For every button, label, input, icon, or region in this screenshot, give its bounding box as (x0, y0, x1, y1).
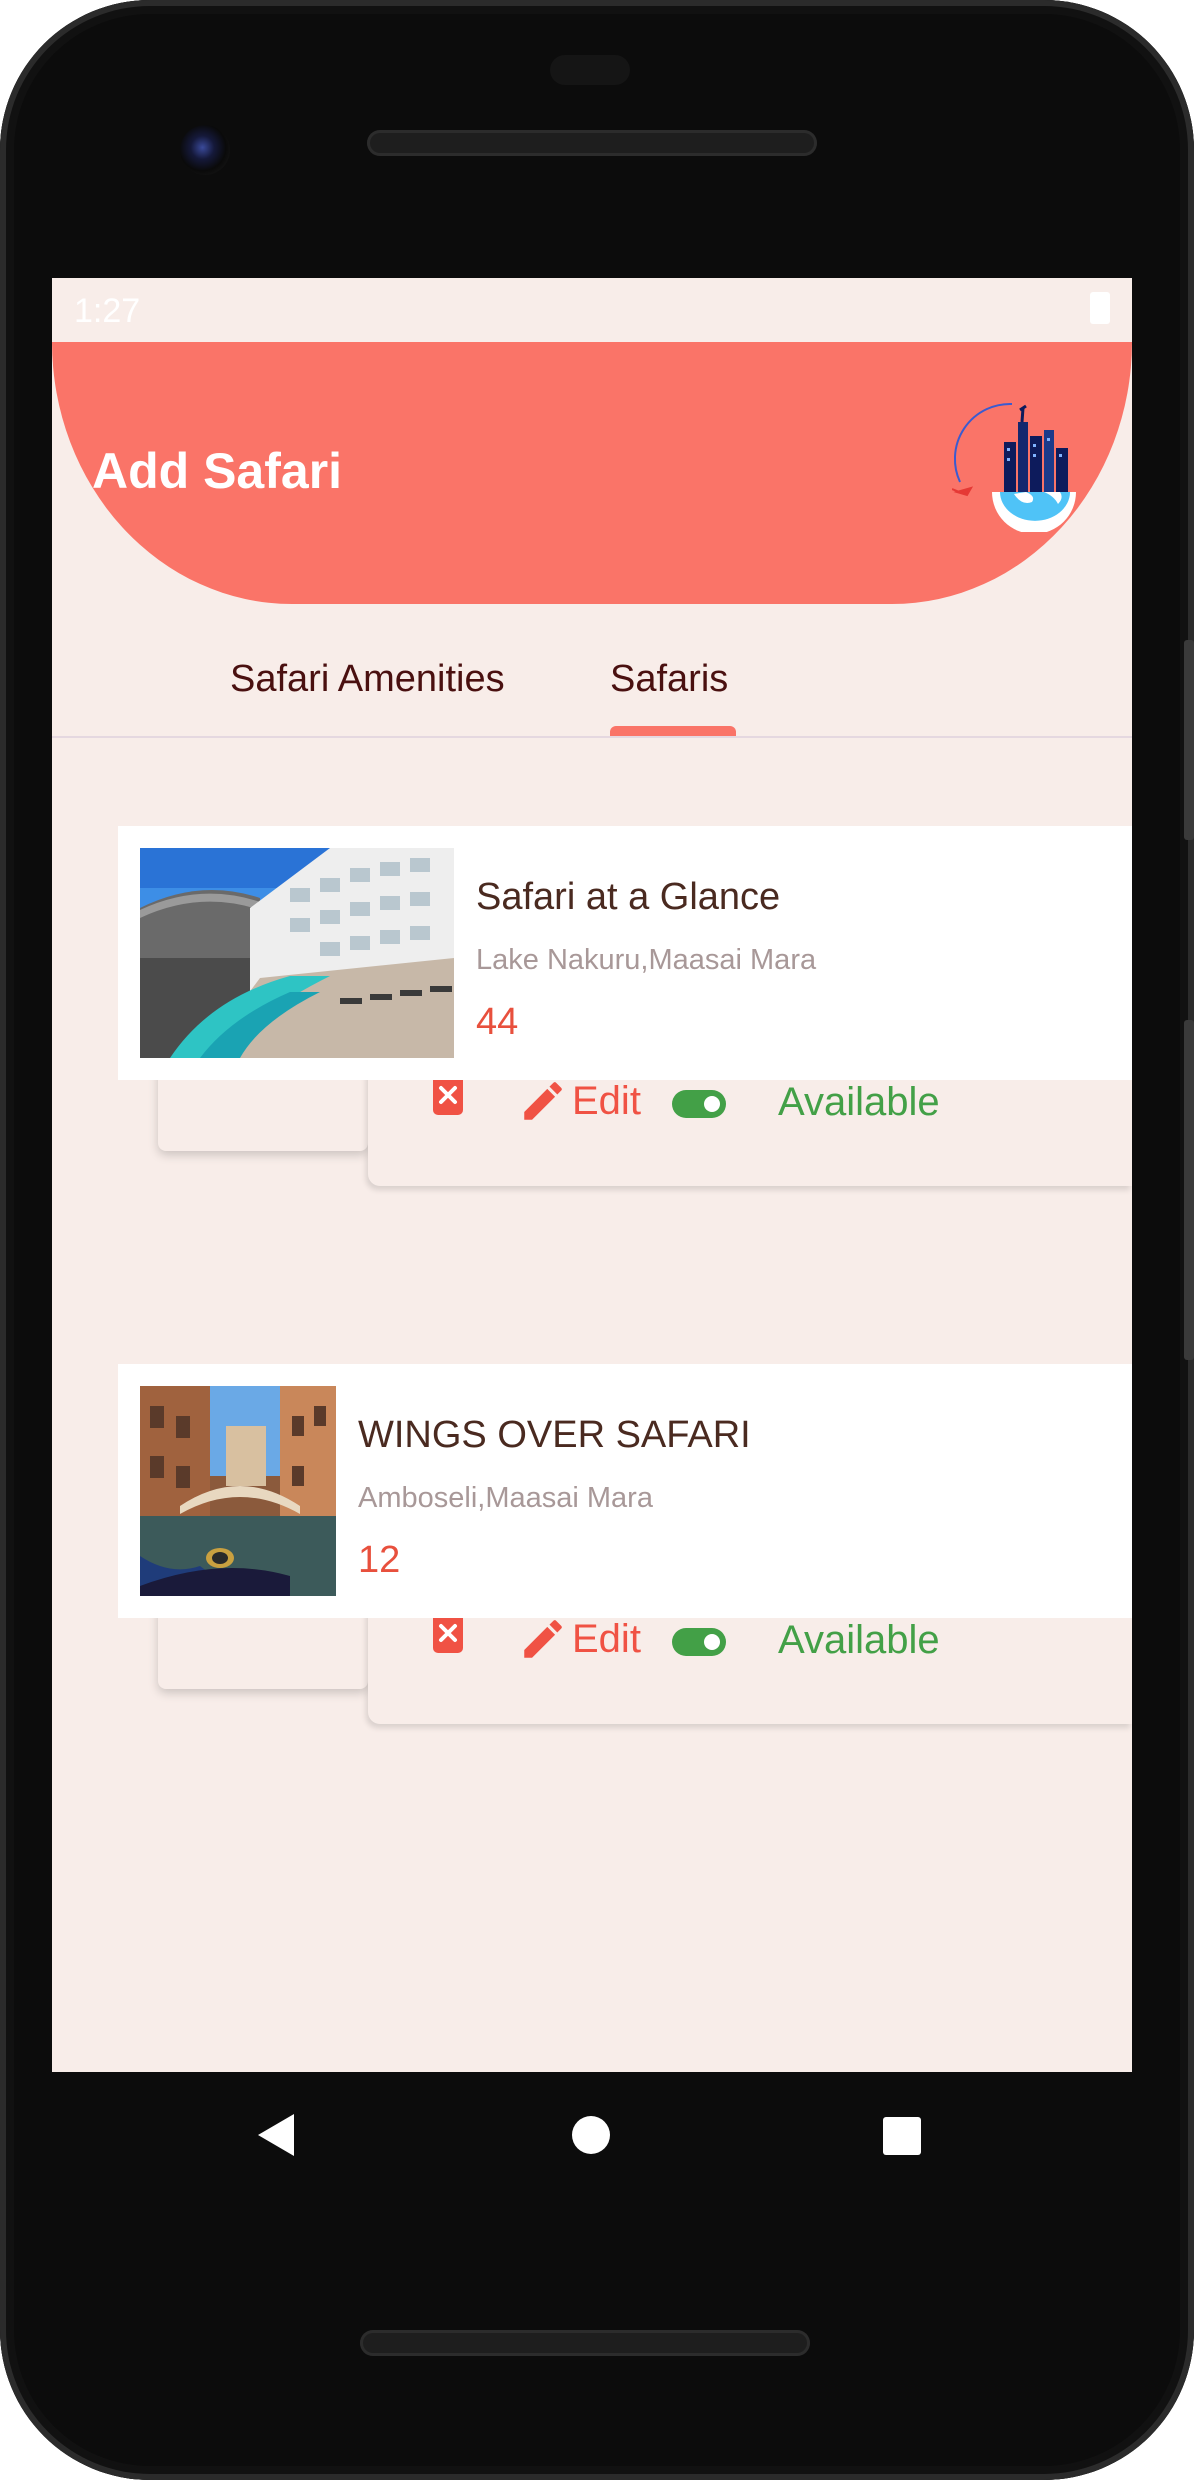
safari-location: Lake Nakuru,Maasai Mara (476, 944, 817, 976)
edit-label: Edit (572, 1616, 641, 1661)
edit-button[interactable]: Edit (518, 1076, 641, 1126)
earpiece (550, 55, 630, 85)
safari-card[interactable]: Edit Available (118, 1364, 1132, 1814)
card-summary: Safari at a Glance Lake Nakuru,Maasai Ma… (118, 826, 1132, 1080)
edit-icon (524, 1082, 562, 1120)
device-frame: 1:27 Add Safari Safari Amenities Safaris… (0, 0, 1194, 2480)
tab-bar: Safari Amenities Safaris (52, 624, 1132, 738)
toggle-icon[interactable] (672, 1090, 726, 1118)
app-screen: 1:27 Add Safari Safari Amenities Safaris… (52, 278, 1132, 2072)
safari-location: Amboseli,Maasai Mara (358, 1482, 653, 1514)
edit-icon (524, 1620, 562, 1658)
tab-safari-amenities[interactable]: Safari Amenities (230, 624, 505, 736)
app-header: Add Safari (52, 342, 1132, 604)
safari-image (140, 848, 454, 1058)
safari-card[interactable]: Edit Available (118, 826, 1132, 1276)
card-summary: WINGS OVER SAFARI Amboseli,Maasai Mara 1… (118, 1364, 1132, 1618)
safari-title: WINGS OVER SAFARI (358, 1414, 751, 1456)
recents-icon[interactable] (883, 2117, 921, 2155)
availability-label: Available (778, 1080, 940, 1124)
safari-title: Safari at a Glance (476, 876, 781, 918)
safari-count: 12 (358, 1539, 401, 1581)
availability-label: Available (778, 1618, 940, 1662)
system-nav-bar (0, 2072, 1194, 2202)
volume-button (1184, 1020, 1194, 1360)
battery-icon (1090, 292, 1110, 324)
safari-image (140, 1386, 336, 1596)
bottom-speaker (360, 2330, 810, 2356)
home-icon[interactable] (571, 2115, 611, 2155)
active-tab-indicator (610, 726, 736, 736)
back-icon[interactable] (256, 2112, 296, 2158)
logo-icon (952, 402, 1076, 532)
toggle-icon[interactable] (672, 1628, 726, 1656)
edit-button[interactable]: Edit (518, 1614, 641, 1664)
status-time: 1:27 (74, 292, 141, 330)
safari-count: 44 (476, 1001, 519, 1043)
page-title: Add Safari (92, 443, 343, 499)
power-button (1184, 640, 1194, 840)
top-speaker (367, 130, 817, 156)
tab-safaris[interactable]: Safaris (610, 624, 728, 736)
edit-label: Edit (572, 1078, 641, 1123)
front-camera (180, 125, 230, 175)
status-bar: 1:27 (52, 278, 1132, 342)
